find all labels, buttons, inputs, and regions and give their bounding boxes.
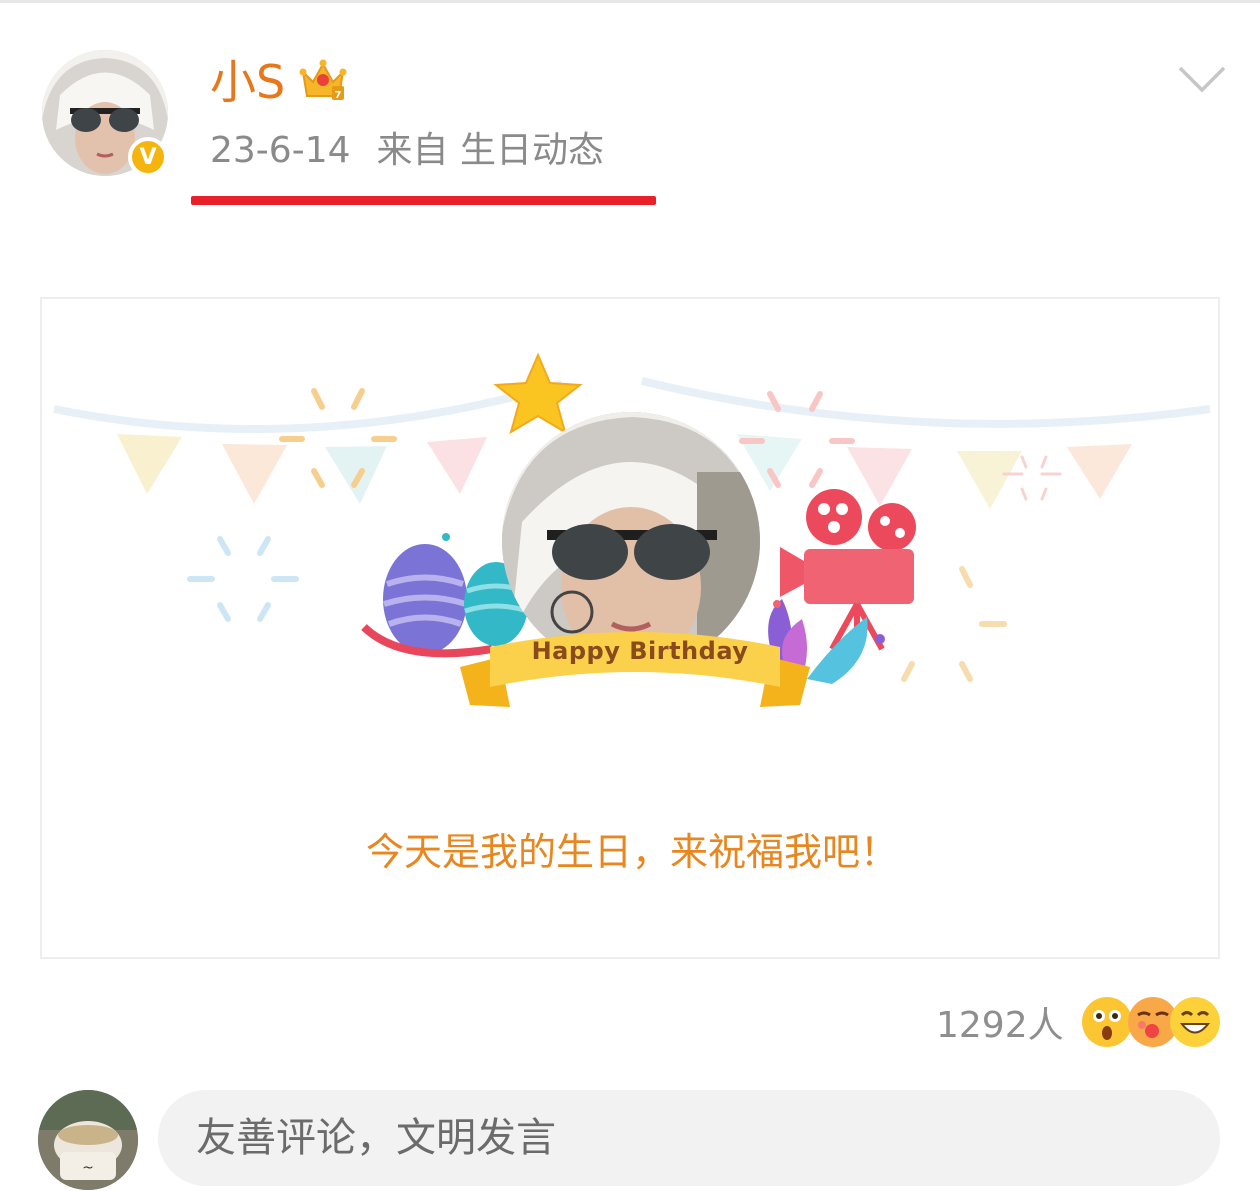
highlight-underline bbox=[191, 196, 656, 205]
crown-icon[interactable]: 7 bbox=[298, 54, 348, 104]
svg-text:~: ~ bbox=[82, 1160, 94, 1176]
comment-input[interactable] bbox=[158, 1090, 1220, 1186]
birthday-card[interactable]: Happy Birthday 今天是我的生日，来祝福我吧！ bbox=[40, 297, 1220, 959]
birthday-blessing-text: 今天是我的生日，来祝福我吧！ bbox=[365, 830, 898, 874]
my-avatar[interactable]: ~ bbox=[38, 1090, 138, 1190]
happy-birthday-ribbon bbox=[460, 632, 810, 707]
post-meta: 23-6-14 来自 生日动态 bbox=[210, 126, 604, 176]
reaction-count[interactable]: 1292人 bbox=[936, 1001, 1064, 1051]
grin-emoji-icon[interactable] bbox=[1170, 997, 1220, 1047]
happy-birthday-text: Happy Birthday bbox=[531, 637, 749, 665]
surprised-emoji-icon[interactable] bbox=[1082, 997, 1132, 1047]
svg-text:7: 7 bbox=[335, 90, 342, 101]
top-divider bbox=[0, 0, 1260, 3]
username[interactable]: 小S bbox=[210, 52, 285, 112]
post-date: 23-6-14 bbox=[210, 130, 351, 171]
chevron-down-icon[interactable] bbox=[1176, 60, 1228, 100]
verified-badge-icon: V bbox=[128, 137, 168, 177]
post-source[interactable]: 来自 生日动态 bbox=[377, 130, 604, 171]
